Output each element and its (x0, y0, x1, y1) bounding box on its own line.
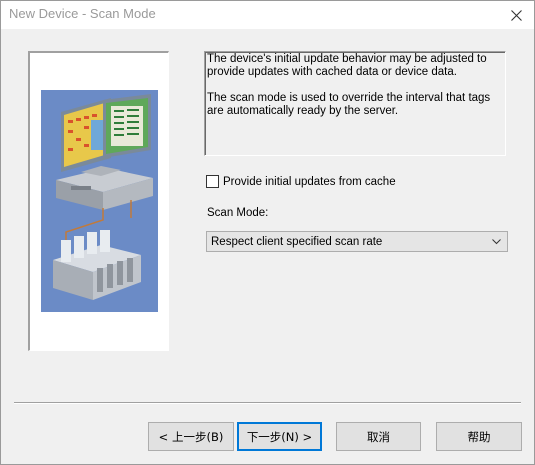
computer-device-icon (53, 94, 153, 300)
next-button[interactable]: 下一步(N) > (237, 422, 322, 451)
help-button[interactable]: 帮助 (436, 422, 522, 451)
title-bar[interactable]: New Device - Scan Mode (1, 1, 534, 29)
device-illustration (41, 90, 158, 312)
description-box: The device's initial update behavior may… (204, 51, 506, 156)
initial-updates-label: Provide initial updates from cache (223, 175, 396, 188)
close-button[interactable] (498, 1, 534, 29)
close-icon (510, 9, 522, 21)
scan-mode-dropdown[interactable]: Respect client specified scan rate (206, 231, 508, 252)
chevron-down-icon (492, 239, 501, 245)
back-button[interactable]: < 上一步(B) (148, 422, 234, 451)
description-paragraph-1: The device's initial update behavior may… (207, 53, 487, 78)
wizard-window: New Device - Scan Mode The device's init… (0, 0, 535, 465)
wizard-image-frame (28, 51, 169, 351)
window-title: New Device - Scan Mode (9, 6, 156, 21)
footer-separator (14, 402, 521, 404)
scan-mode-label: Scan Mode: (207, 207, 269, 219)
scan-mode-value: Respect client specified scan rate (211, 235, 383, 248)
cancel-button[interactable]: 取消 (336, 422, 421, 451)
initial-updates-checkbox[interactable] (206, 175, 219, 188)
description-paragraph-2: The scan mode is used to override the in… (207, 92, 491, 117)
initial-updates-option[interactable]: Provide initial updates from cache (206, 175, 396, 188)
